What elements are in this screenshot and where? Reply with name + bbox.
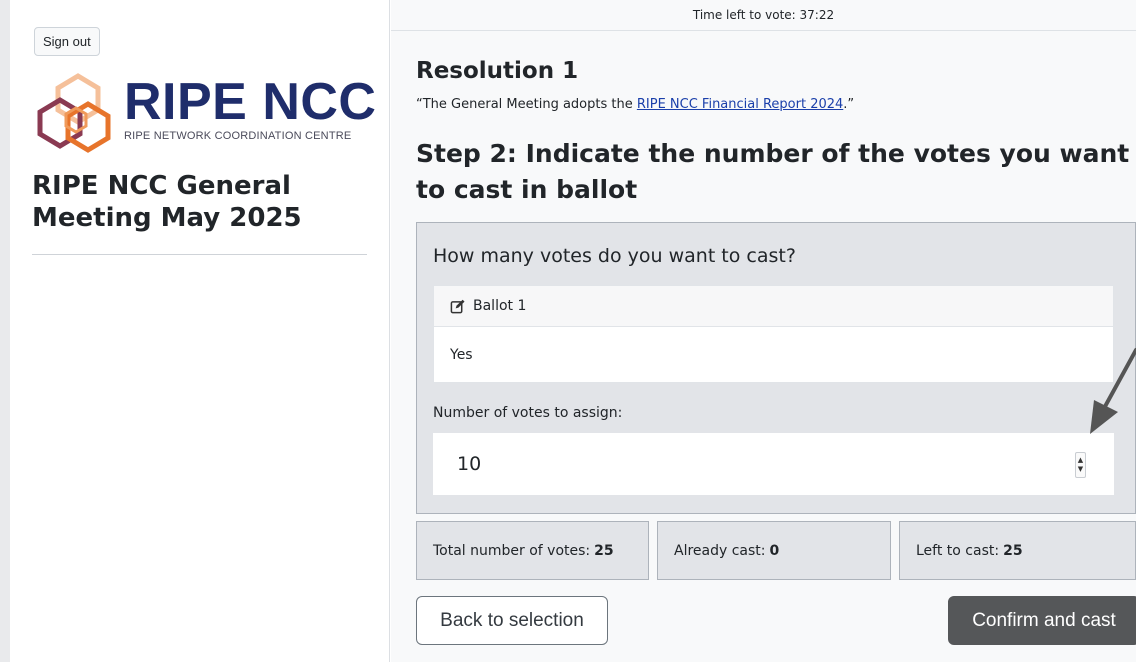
already-cast-stat: Already cast: 0 — [657, 521, 891, 580]
stepper-down-icon[interactable]: ▼ — [1078, 465, 1083, 474]
logo-wordmark: RIPE NCC — [124, 73, 377, 131]
left-to-cast-label: Left to cast: — [916, 542, 1000, 559]
stepper-up-icon[interactable]: ▲ — [1078, 456, 1083, 465]
left-to-cast-stat: Left to cast: 25 — [899, 521, 1136, 580]
sign-out-button[interactable]: Sign out — [34, 27, 100, 56]
ballot-label: Ballot 1 — [473, 298, 527, 314]
ballot-header: Ballot 1 — [434, 286, 1113, 327]
ripe-ncc-logo: RIPE NCC RIPE NETWORK COORDINATION CENTR… — [30, 70, 376, 156]
panel-question: How many votes do you want to cast? — [433, 245, 796, 267]
sidebar: Sign out RIPE NCC RIPE NETWORK COORDINAT… — [10, 0, 390, 662]
votes-stepper[interactable]: ▲ ▼ — [1075, 452, 1086, 478]
ripe-ncc-logo-icon — [37, 73, 111, 153]
already-cast-label: Already cast: — [674, 542, 766, 559]
votes-label: Number of votes to assign: — [433, 405, 623, 421]
sidebar-divider — [32, 254, 367, 255]
main-content: Time left to vote: 37:22 Resolution 1 “T… — [391, 0, 1136, 662]
app-frame: Sign out RIPE NCC RIPE NETWORK COORDINAT… — [10, 0, 1136, 662]
resolution-title: Resolution 1 — [416, 58, 579, 84]
resolution-quote-prefix: “The General Meeting adopts the — [416, 97, 637, 112]
total-votes-stat: Total number of votes: 25 — [416, 521, 649, 580]
votes-value: 10 — [457, 453, 482, 475]
ballot-option: Yes — [450, 347, 473, 363]
vote-timer: Time left to vote: 37:22 — [391, 0, 1136, 31]
edit-icon — [450, 299, 465, 313]
already-cast-value: 0 — [769, 542, 780, 559]
logo-subtitle: RIPE NETWORK COORDINATION CENTRE — [124, 130, 352, 142]
confirm-and-cast-button[interactable]: Confirm and cast — [948, 596, 1136, 645]
back-to-selection-button[interactable]: Back to selection — [416, 596, 608, 645]
votes-number-input[interactable]: 10 ▲ ▼ — [433, 433, 1114, 495]
total-votes-value: 25 — [594, 542, 614, 559]
meeting-title: RIPE NCC General Meeting May 2025 — [32, 171, 302, 233]
ballot-card: Ballot 1 Yes — [433, 285, 1114, 383]
step-title: Step 2: Indicate the number of the votes… — [416, 139, 1130, 204]
annotation-arrow-icon — [1090, 348, 1136, 434]
vote-panel: How many votes do you want to cast? Ball… — [416, 222, 1136, 514]
resolution-quote: “The General Meeting adopts the RIPE NCC… — [416, 96, 854, 114]
total-votes-label: Total number of votes: — [433, 542, 591, 559]
resolution-quote-suffix: .” — [843, 97, 855, 112]
financial-report-link[interactable]: RIPE NCC Financial Report 2024 — [637, 97, 843, 112]
left-to-cast-value: 25 — [1003, 542, 1023, 559]
